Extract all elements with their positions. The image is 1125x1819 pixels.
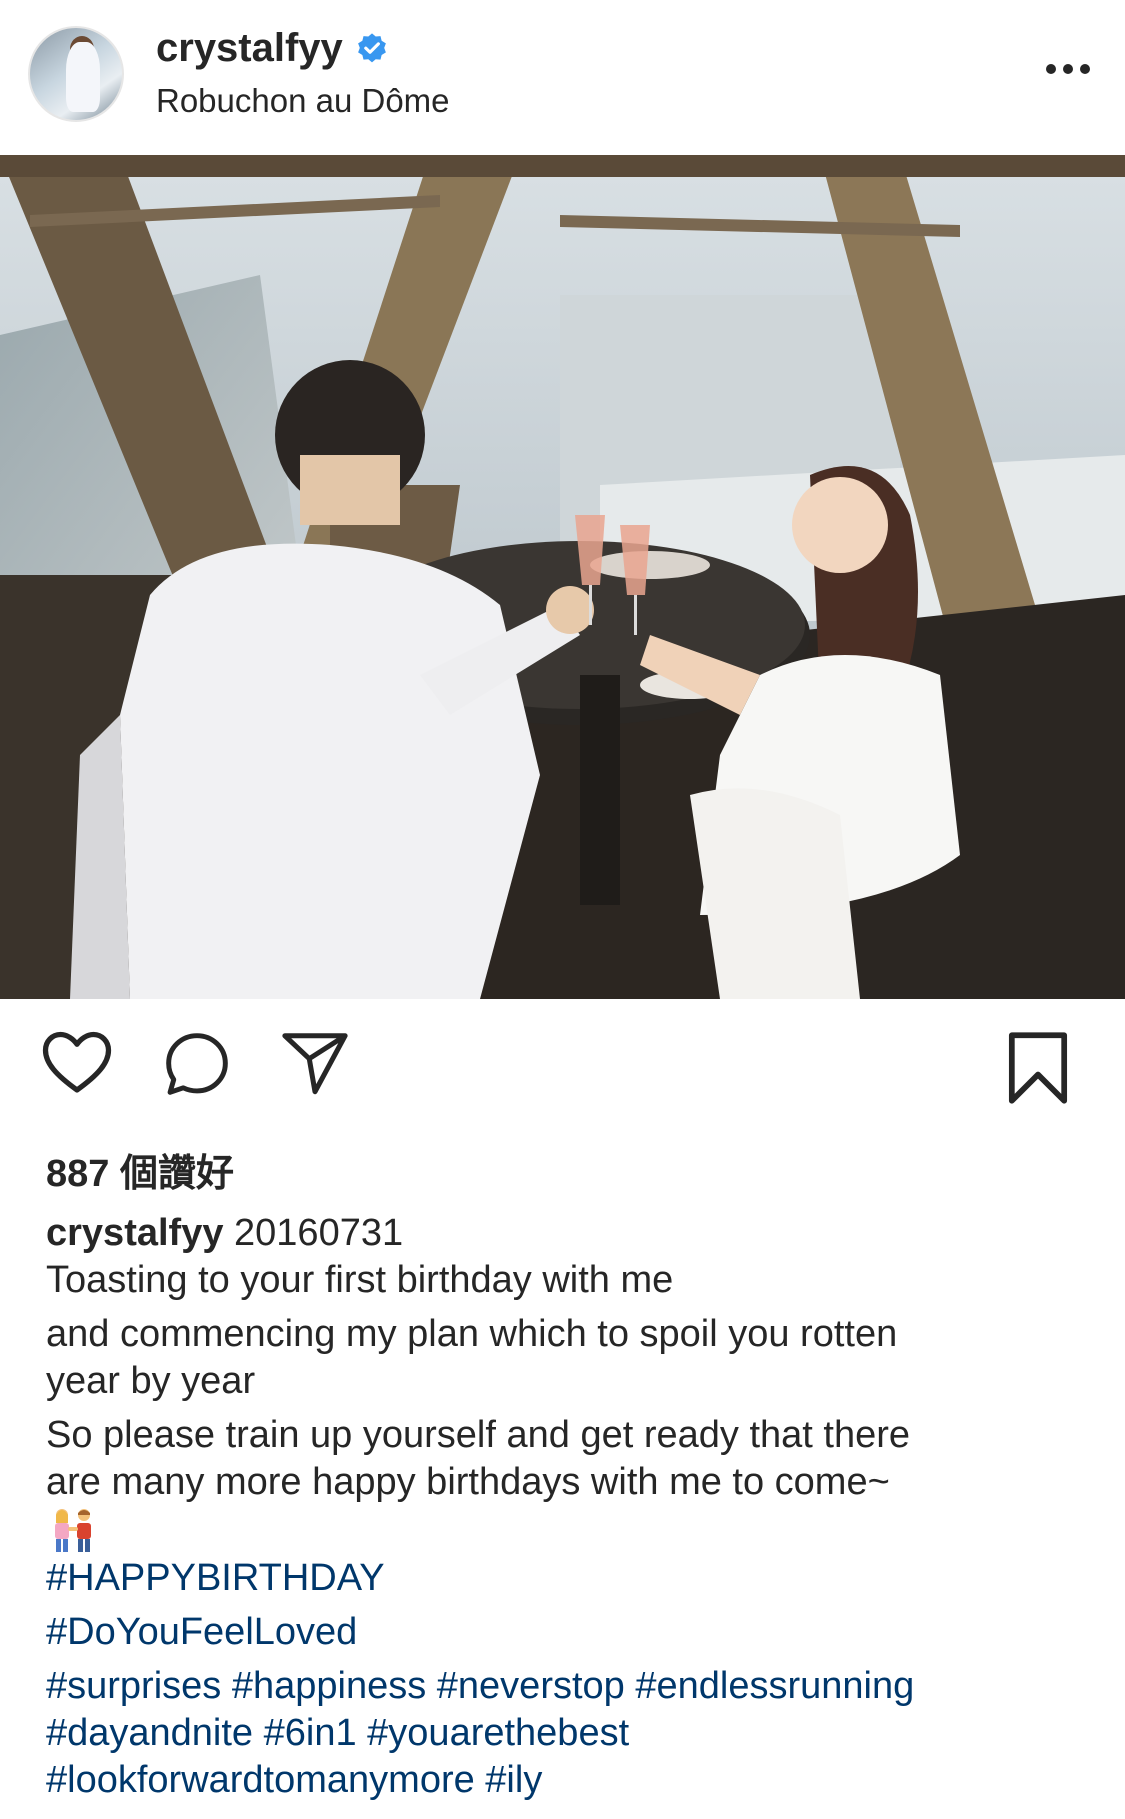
caption-emoji-line — [46, 1506, 1086, 1555]
heart-icon[interactable] — [40, 1030, 114, 1096]
caption-username[interactable]: crystalfyy — [46, 1212, 223, 1254]
photo-illustration — [0, 155, 1125, 999]
share-icon[interactable] — [280, 1030, 350, 1096]
bookmark-icon[interactable] — [1005, 1032, 1071, 1104]
caption-date: 20160731 — [234, 1212, 404, 1254]
hashtag-line[interactable]: #lookforwardtomanymore #ily — [46, 1757, 1086, 1804]
hashtag-line[interactable]: #HAPPYBIRTHDAY — [46, 1555, 1086, 1602]
post-caption: crystalfyy 20160731 Toasting to your fir… — [46, 1210, 1086, 1804]
caption-header: crystalfyy 20160731 — [46, 1210, 1086, 1257]
profile-avatar[interactable] — [28, 26, 124, 122]
hashtag-line[interactable]: #surprises #happiness #neverstop #endles… — [46, 1663, 1086, 1710]
post-username[interactable]: crystalfyy — [156, 26, 343, 71]
more-options-icon[interactable] — [1045, 62, 1091, 76]
post-header: crystalfyy Robuchon au Dôme — [0, 0, 1125, 155]
post-photo[interactable] — [0, 155, 1125, 999]
caption-line: Toasting to your first birthday with me — [46, 1259, 674, 1301]
verified-badge-icon — [357, 32, 386, 62]
caption-line: and commencing my plan which to spoil yo… — [46, 1313, 898, 1355]
post-location[interactable]: Robuchon au Dôme — [156, 82, 450, 120]
post-username-row: crystalfyy — [156, 26, 389, 71]
comment-icon[interactable] — [163, 1030, 231, 1098]
avatar-figure — [66, 42, 100, 112]
caption-line: So please train up yourself and get read… — [46, 1414, 910, 1456]
hashtag-line[interactable]: #dayandnite #6in1 #youarethebest — [46, 1710, 1086, 1757]
post-action-bar — [0, 1030, 1125, 1110]
caption-line: year by year — [46, 1360, 256, 1402]
likes-count[interactable]: 887 個讚好 — [46, 1142, 234, 1197]
couple-emoji — [55, 1508, 91, 1552]
caption-line: are many more happy birthdays with me to… — [46, 1461, 890, 1503]
hashtag-line[interactable]: #DoYouFeelLoved — [46, 1609, 1086, 1656]
